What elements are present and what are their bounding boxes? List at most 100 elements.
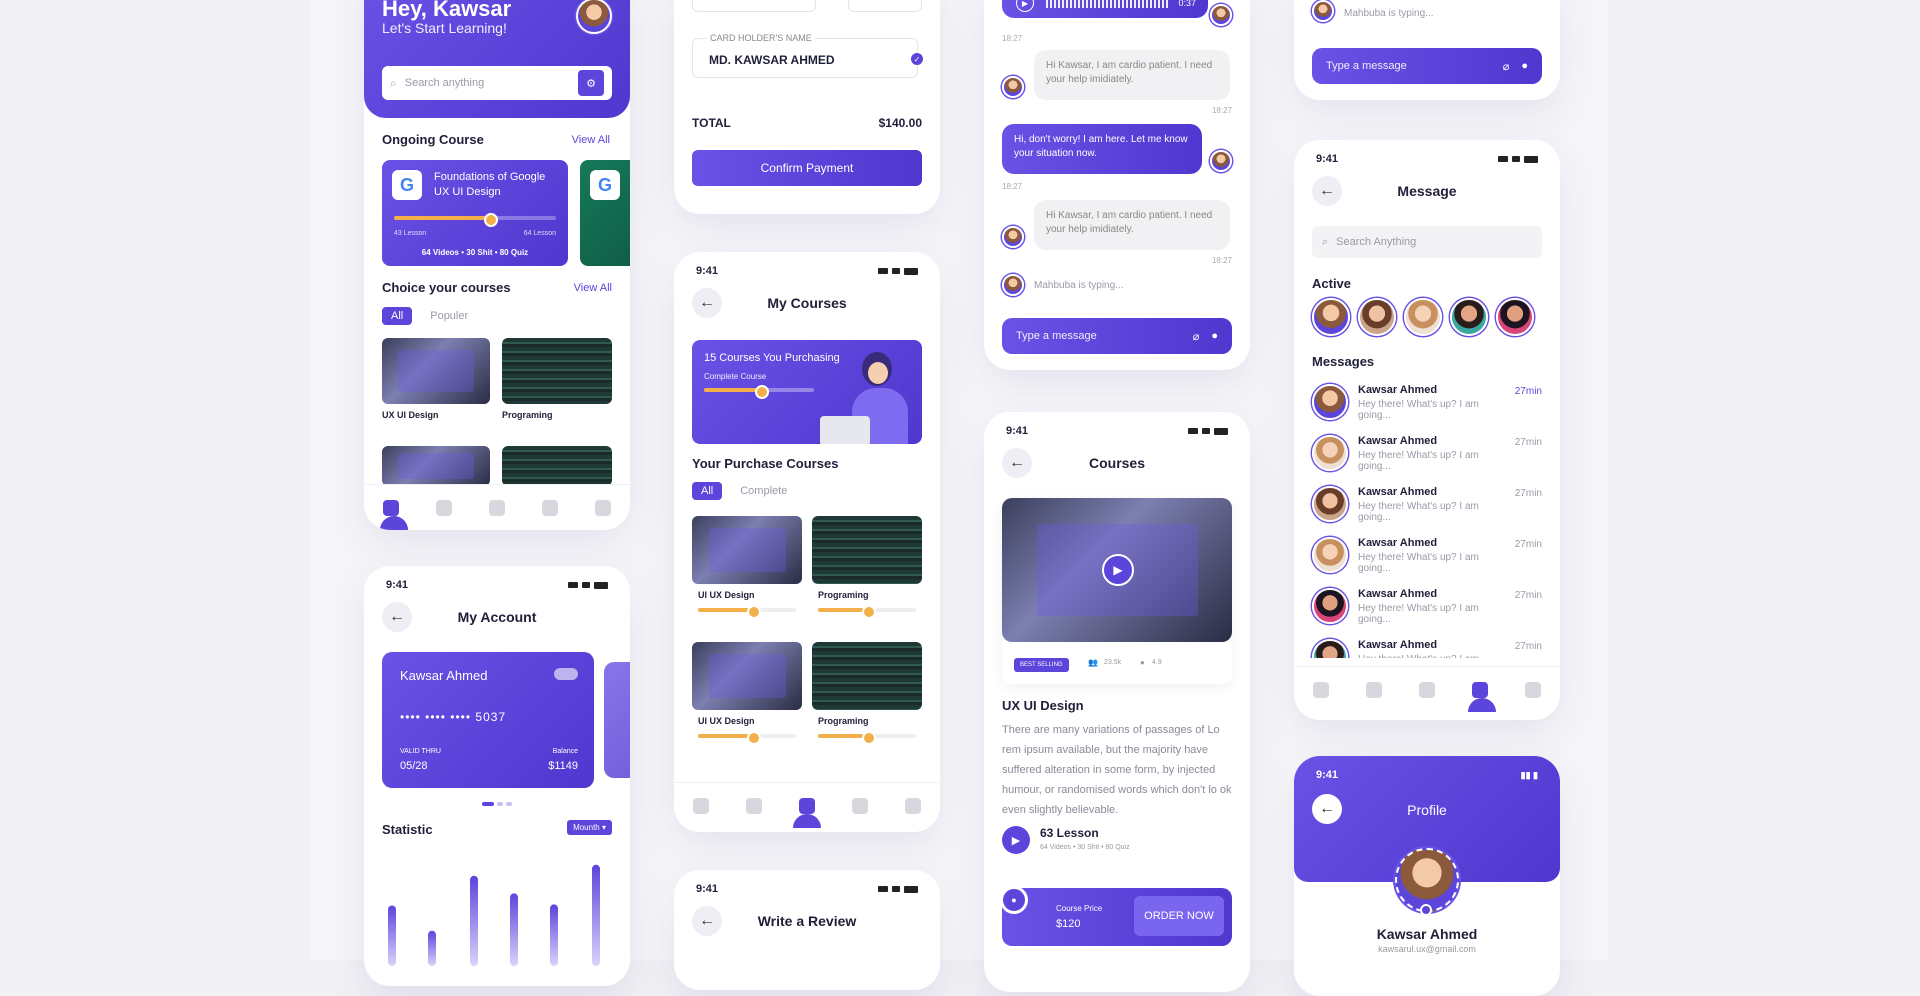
avatar [1312, 639, 1348, 658]
course-card[interactable]: UX UI Design [382, 338, 490, 434]
mic-icon[interactable]: ● [1521, 60, 1528, 72]
chat-icon[interactable] [542, 499, 559, 516]
chat-icon[interactable] [1472, 681, 1489, 698]
course-title: Foundations of Google UX UI Design [434, 171, 546, 198]
message-preview: Hey there! What's up? I am going... [1358, 449, 1479, 472]
attach-icon[interactable]: ⌀ [1503, 60, 1510, 73]
avatar [1312, 0, 1334, 22]
star-icon: ● [1140, 658, 1145, 667]
confirm-payment-button[interactable]: Confirm Payment [692, 150, 922, 186]
message-row[interactable]: Kawsar Ahmed Hey there! What's up? I am g… [1312, 380, 1542, 424]
message-row[interactable]: Kawsar Ahmed Hey there! What's up? I am g… [1312, 533, 1542, 577]
greeting: Hey, Kawsar [382, 0, 512, 21]
play-icon[interactable] [1418, 681, 1435, 698]
chat-icon[interactable]: ● [1000, 886, 1028, 914]
status-bar: 9:41 [696, 264, 918, 278]
search-icon[interactable] [435, 499, 452, 516]
cvv-field[interactable] [848, 0, 922, 12]
video-card[interactable]: ▶ BEST SELLING 👥 23.5k ● 4.9 [1002, 498, 1232, 684]
audio-message[interactable]: ▶ 0:37 [1002, 0, 1208, 18]
tab-all[interactable]: All [692, 482, 723, 500]
bank-card[interactable]: Kawsar Ahmed •••• •••• •••• 5037 VALID T… [382, 652, 594, 788]
course-card[interactable]: Programing [502, 338, 612, 434]
account-header: ← My Account [382, 602, 612, 632]
course-card-title: Programing [818, 590, 869, 600]
profile-avatar[interactable] [1395, 848, 1459, 912]
back-icon[interactable]: ← [692, 288, 722, 318]
message-input-placeholder: Type a message [1326, 60, 1407, 72]
purchase-course-card[interactable]: UI UX Design [692, 642, 802, 754]
message-time: 27min [1514, 488, 1542, 499]
course-thumbnail [692, 642, 802, 710]
back-icon[interactable]: ← [382, 602, 412, 632]
mic-icon[interactable]: ● [1211, 330, 1218, 342]
attach-icon[interactable]: ⌀ [1193, 330, 1200, 343]
course-card-title: UX UI Design [382, 410, 439, 420]
message-row[interactable]: Kawsar Ahmed Hey there! What's up? I am g… [1312, 635, 1542, 658]
message-time: 27min [1514, 590, 1542, 601]
ongoing-course-card[interactable]: G Foundations of Google UX UI Design 43 … [382, 160, 568, 266]
lessons-play-icon[interactable]: ▶ [1002, 826, 1030, 854]
message-input[interactable]: Type a message ⌀ ● [1312, 48, 1542, 84]
back-icon[interactable]: ← [692, 906, 722, 936]
order-now-button[interactable]: ORDER NOW [1134, 896, 1224, 936]
active-avatar[interactable] [1404, 298, 1442, 336]
message-bubble: Hi Kawsar, I am cardio patient. I need y… [1034, 50, 1230, 100]
profile-icon[interactable] [905, 797, 922, 814]
home-icon[interactable] [382, 499, 399, 516]
profile-icon[interactable] [595, 499, 612, 516]
chat-icon[interactable] [852, 797, 869, 814]
tab-complete[interactable]: Complete [740, 485, 787, 497]
course-description: There are many variations of passages of… [1002, 724, 1232, 816]
camera-icon[interactable] [1420, 904, 1432, 916]
play-icon[interactable] [798, 797, 815, 814]
play-icon[interactable] [488, 499, 505, 516]
purchase-course-card[interactable]: Programing [812, 642, 922, 754]
profile-email: kawsarul.ux@gmail.com [1378, 944, 1476, 954]
play-icon[interactable]: ▶ [1016, 0, 1034, 12]
holder-field[interactable]: CARD HOLDER'S NAME MD. KAWSAR AHMED ✓ [692, 33, 923, 78]
message-row[interactable]: Kawsar Ahmed Hey there! What's up? I am g… [1312, 431, 1542, 475]
profile-icon[interactable] [1525, 681, 1542, 698]
ongoing-course-card-2[interactable]: G [580, 160, 630, 266]
card-number-field[interactable] [692, 0, 816, 12]
active-avatar[interactable] [1496, 298, 1534, 336]
active-avatar[interactable] [1312, 298, 1350, 336]
search-bar[interactable]: ⌕ Search anything ⚙ [382, 66, 612, 100]
lessons-total: 64 Lesson [523, 230, 556, 237]
home-icon[interactable] [692, 797, 709, 814]
status-bar: 9:41 [386, 578, 608, 592]
active-avatar[interactable] [1450, 298, 1488, 336]
message-preview: Hey there! What's up? I am going... [1358, 500, 1479, 523]
active-avatar[interactable] [1358, 298, 1396, 336]
play-button[interactable]: ▶ [1102, 554, 1134, 586]
message-content: Kawsar Ahmed Hey there! What's up? I am g… [1358, 486, 1505, 523]
message-row[interactable]: Kawsar Ahmed Hey there! What's up? I am g… [1312, 482, 1542, 526]
purchase-course-card[interactable]: UI UX Design [692, 516, 802, 628]
view-all-link[interactable]: View All [572, 134, 610, 146]
tab-all[interactable]: All [382, 307, 413, 325]
lessons-count: 63 Lesson [1040, 826, 1099, 840]
search-input[interactable]: Search anything [405, 77, 578, 89]
search-icon[interactable] [1365, 681, 1382, 698]
search-input[interactable]: ⌕ Search Anything [1312, 226, 1542, 258]
bank-card-2[interactable] [604, 662, 630, 778]
home-icon[interactable] [1312, 681, 1329, 698]
message-row[interactable]: Kawsar Ahmed Hey there! What's up? I am g… [1312, 584, 1542, 628]
search-icon[interactable] [745, 797, 762, 814]
bottom-nav [674, 782, 940, 828]
tab-populer[interactable]: Populer [430, 310, 468, 322]
purchase-course-card[interactable]: Programing [812, 516, 922, 628]
page-title: Write a Review [757, 913, 857, 929]
profile-name: Kawsar Ahmed [1376, 926, 1478, 942]
valid-value: 05/28 [400, 760, 428, 772]
filter-icon[interactable]: ⚙ [578, 70, 604, 96]
back-icon[interactable]: ← [1312, 176, 1342, 206]
choice-view-all[interactable]: View All [574, 282, 612, 294]
avatar[interactable] [576, 0, 612, 34]
period-select[interactable]: Mounth ▾ [567, 820, 612, 835]
back-icon[interactable]: ← [1002, 448, 1032, 478]
canvas: Hey, Kawsar Let's Start Learning! ⌕ Sear… [310, 0, 1608, 996]
my-courses-screen: 9:41 ← My Courses 15 Courses You Purchas… [674, 252, 940, 832]
message-input[interactable]: Type a message ⌀ ● [1002, 318, 1232, 354]
